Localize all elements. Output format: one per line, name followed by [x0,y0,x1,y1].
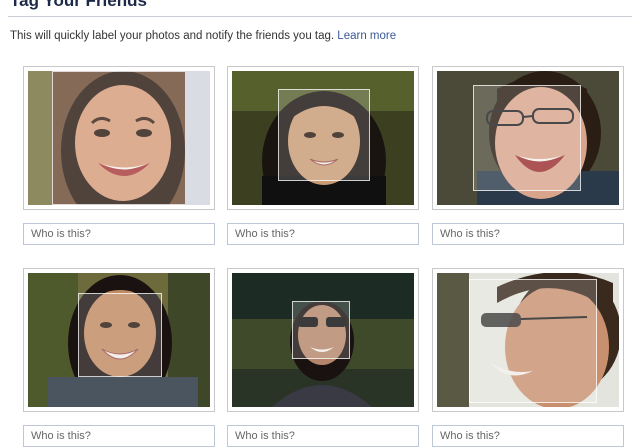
name-field-1[interactable] [23,223,215,245]
title-divider [8,16,632,17]
photo-tile-2 [227,66,419,210]
face-detection-box[interactable] [469,279,597,403]
photo-4 [28,273,210,407]
name-field-3[interactable] [432,223,624,245]
photo-6 [437,273,619,407]
photo-2 [232,71,414,205]
page-title: Tag Your Friends [10,0,147,10]
name-field-6[interactable] [432,425,624,447]
face-detection-box[interactable] [78,293,162,377]
face-detection-box[interactable] [292,301,350,359]
photo-5 [232,273,414,407]
face-detection-box[interactable] [473,85,581,191]
photo-tile-5 [227,268,419,412]
name-field-2[interactable] [227,223,419,245]
photo-3 [437,71,619,205]
photo-tile-3 [432,66,624,210]
name-field-4[interactable] [23,425,215,447]
description-text: This will quickly label your photos and … [10,30,335,42]
face-detection-box[interactable] [52,71,186,205]
photo-tile-6 [432,268,624,412]
photo-tile-1 [23,66,215,210]
name-field-5[interactable] [227,425,419,447]
photo-tile-4 [23,268,215,412]
description: This will quickly label your photos and … [10,30,396,42]
learn-more-link[interactable]: Learn more [337,30,396,42]
photo-1 [28,71,210,205]
face-detection-box[interactable] [278,89,370,181]
